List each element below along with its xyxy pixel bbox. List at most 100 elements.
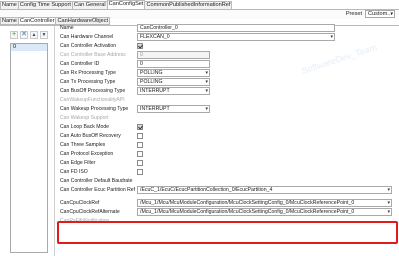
row-three-samples: Can Three Samples xyxy=(60,141,395,150)
controller-list-panel: + ✕ ▲ ▼ 0 xyxy=(10,30,48,256)
fd-iso-checkbox[interactable] xyxy=(137,169,143,175)
wakeup-type-select[interactable]: INTERRUPT ▾ xyxy=(137,105,210,113)
list-item[interactable]: 0 xyxy=(11,44,47,51)
row-activation: Can Controller Activation xyxy=(60,42,395,51)
ecuc-ref-select[interactable]: /EcuC_1/EcuC/EcucPartitionCollection_0/E… xyxy=(137,186,392,194)
chevron-down-icon: ▾ xyxy=(205,88,208,94)
subtab-cancontroller[interactable]: CanController xyxy=(17,17,57,25)
preset-value: Custom... xyxy=(368,11,392,17)
tab-config-time-support[interactable]: Config Time Support xyxy=(17,1,73,9)
subtab-name[interactable]: Name xyxy=(0,17,19,25)
row-busoff-type: Can BusOff Processing Type INTERRUPT ▾ xyxy=(60,87,395,96)
chevron-down-icon: ▾ xyxy=(205,70,208,76)
list-toolbar: + ✕ ▲ ▼ xyxy=(10,30,48,40)
row-wakeup-support: Can Wakeup Support xyxy=(60,114,395,123)
ecuc-ref-value: /EcuC_1/EcuC/EcucPartitionCollection_0/E… xyxy=(140,187,273,193)
default-baud-label: Can Controller Default Baudrate xyxy=(60,178,133,184)
remove-icon[interactable]: ✕ xyxy=(20,31,28,39)
row-tx-type: Can Tx Processing Type POLLING ▾ xyxy=(60,78,395,87)
row-fd-iso: Can FD ISO xyxy=(60,168,395,177)
controller-id-value: 0 xyxy=(140,61,143,67)
panel-divider[interactable] xyxy=(54,26,55,256)
chevron-down-icon: ▾ xyxy=(387,209,390,215)
name-field[interactable]: CanController_0 xyxy=(137,24,335,32)
busoff-type-select[interactable]: INTERRUPT ▾ xyxy=(137,87,210,95)
rx-type-value: POLLING xyxy=(140,70,163,76)
preset-group: Preset Custom... ▾ xyxy=(346,10,395,18)
name-value: CanController_0 xyxy=(140,25,178,31)
edge-filter-checkbox[interactable] xyxy=(137,160,143,166)
preset-label: Preset xyxy=(345,11,362,17)
chevron-down-icon: ▾ xyxy=(387,200,390,206)
three-samples-checkbox[interactable] xyxy=(137,142,143,148)
row-hw-channel: Can Hardware Channel FLEXCAN_0 ▾ xyxy=(60,33,395,42)
row-auto-busoff: Can Auto BusOff Recovery xyxy=(60,132,395,141)
auto-busoff-checkbox[interactable] xyxy=(137,133,143,139)
controller-list[interactable]: 0 xyxy=(10,43,48,253)
move-up-icon[interactable]: ▲ xyxy=(30,31,38,39)
protocol-exc-label: Can Protocol Exception xyxy=(60,151,114,157)
name-label: Name xyxy=(60,25,74,31)
row-rx-type: Can Rx Processing Type POLLING ▾ xyxy=(60,69,395,78)
move-down-icon[interactable]: ▼ xyxy=(40,31,48,39)
tab-name[interactable]: Name xyxy=(0,1,19,9)
rx-type-label: Can Rx Processing Type xyxy=(60,70,116,76)
wakeup-api-label: CanWakeupFunctionalityAPI xyxy=(60,97,125,103)
cpu-clock-alt-value: /Mcu_1/Mcu/McuModuleConfiguration/McuClo… xyxy=(140,209,355,215)
base-address-label: Can Controller Base Address xyxy=(60,52,126,58)
row-name: Name CanController_0 xyxy=(60,24,395,33)
edge-filter-label: Can Edge Filter xyxy=(60,160,96,166)
row-base-address: Can Controller Base Address 0 xyxy=(60,51,395,60)
base-address-field: 0 xyxy=(137,51,210,59)
rx-type-select[interactable]: POLLING ▾ xyxy=(137,69,210,77)
preset-select[interactable]: Custom... ▾ xyxy=(365,10,395,18)
cpu-clock-value: /Mcu_1/Mcu/McuModuleConfiguration/McuClo… xyxy=(140,200,355,206)
tab-can-general[interactable]: Can General xyxy=(71,1,108,9)
highlight-box xyxy=(57,221,398,244)
busoff-type-value: INTERRUPT xyxy=(140,88,170,94)
tx-type-value: POLLING xyxy=(140,79,163,85)
hw-channel-select[interactable]: FLEXCAN_0 ▾ xyxy=(137,33,335,41)
top-tab-bar: Name Config Time Support Can General Can… xyxy=(0,0,399,9)
protocol-exc-checkbox[interactable] xyxy=(137,151,143,157)
row-controller-id: Can Controller ID 0 xyxy=(60,60,395,69)
cpu-clock-alt-select[interactable]: /Mcu_1/Mcu/McuModuleConfiguration/McuClo… xyxy=(137,208,392,216)
controller-form: Name CanController_0 Can Hardware Channe… xyxy=(60,24,395,226)
hw-channel-value: FLEXCAN_0 xyxy=(140,34,170,40)
three-samples-label: Can Three Samples xyxy=(60,142,106,148)
chevron-down-icon: ▾ xyxy=(387,187,390,193)
tx-type-label: Can Tx Processing Type xyxy=(60,79,116,85)
row-cpu-clock: CanCpuClockRef /Mcu_1/Mcu/McuModuleConfi… xyxy=(60,199,395,208)
row-protocol-exc: Can Protocol Exception xyxy=(60,150,395,159)
row-edge-filter: Can Edge Filter xyxy=(60,159,395,168)
hw-channel-label: Can Hardware Channel xyxy=(60,34,114,40)
add-icon[interactable]: + xyxy=(10,31,18,39)
tab-common-published-information-ref[interactable]: CommonPublishedInformationRef xyxy=(144,1,233,9)
busoff-type-label: Can BusOff Processing Type xyxy=(60,88,126,94)
cpu-clock-label: CanCpuClockRef xyxy=(60,200,100,206)
loopback-checkbox[interactable] xyxy=(137,124,143,130)
activation-checkbox[interactable] xyxy=(137,43,143,49)
loopback-label: Can Loop Back Mode xyxy=(60,124,109,130)
row-loopback: Can Loop Back Mode xyxy=(60,123,395,132)
row-wakeup-api: CanWakeupFunctionalityAPI xyxy=(60,96,395,105)
controller-id-label: Can Controller ID xyxy=(60,61,100,67)
controller-id-field[interactable]: 0 xyxy=(137,60,210,68)
row-wakeup-type: Can Wakeup Processing Type INTERRUPT ▾ xyxy=(60,105,395,114)
wakeup-type-value: INTERRUPT xyxy=(140,106,170,112)
auto-busoff-label: Can Auto BusOff Recovery xyxy=(60,133,121,139)
wakeup-support-label: Can Wakeup Support xyxy=(60,115,109,121)
cpu-clock-select[interactable]: /Mcu_1/Mcu/McuModuleConfiguration/McuClo… xyxy=(137,199,392,207)
row-ecuc-ref: Can Controller Ecuc Partition Ref /EcuC_… xyxy=(60,186,395,195)
activation-label: Can Controller Activation xyxy=(60,43,117,49)
cpu-clock-alt-label: CanCpuClockRefAlternate xyxy=(60,209,120,215)
tx-type-select[interactable]: POLLING ▾ xyxy=(137,78,210,86)
tab-canconfigset[interactable]: CanConfigSet xyxy=(106,0,146,9)
fd-iso-label: Can FD ISO xyxy=(60,169,88,175)
ecuc-ref-label: Can Controller Ecuc Partition Ref xyxy=(60,187,136,193)
chevron-down-icon: ▾ xyxy=(330,34,333,40)
wakeup-type-label: Can Wakeup Processing Type xyxy=(60,106,129,112)
chevron-down-icon: ▾ xyxy=(205,79,208,85)
chevron-down-icon: ▾ xyxy=(390,11,393,17)
row-cpu-clock-alt: CanCpuClockRefAlternate /Mcu_1/Mcu/McuMo… xyxy=(60,208,395,217)
